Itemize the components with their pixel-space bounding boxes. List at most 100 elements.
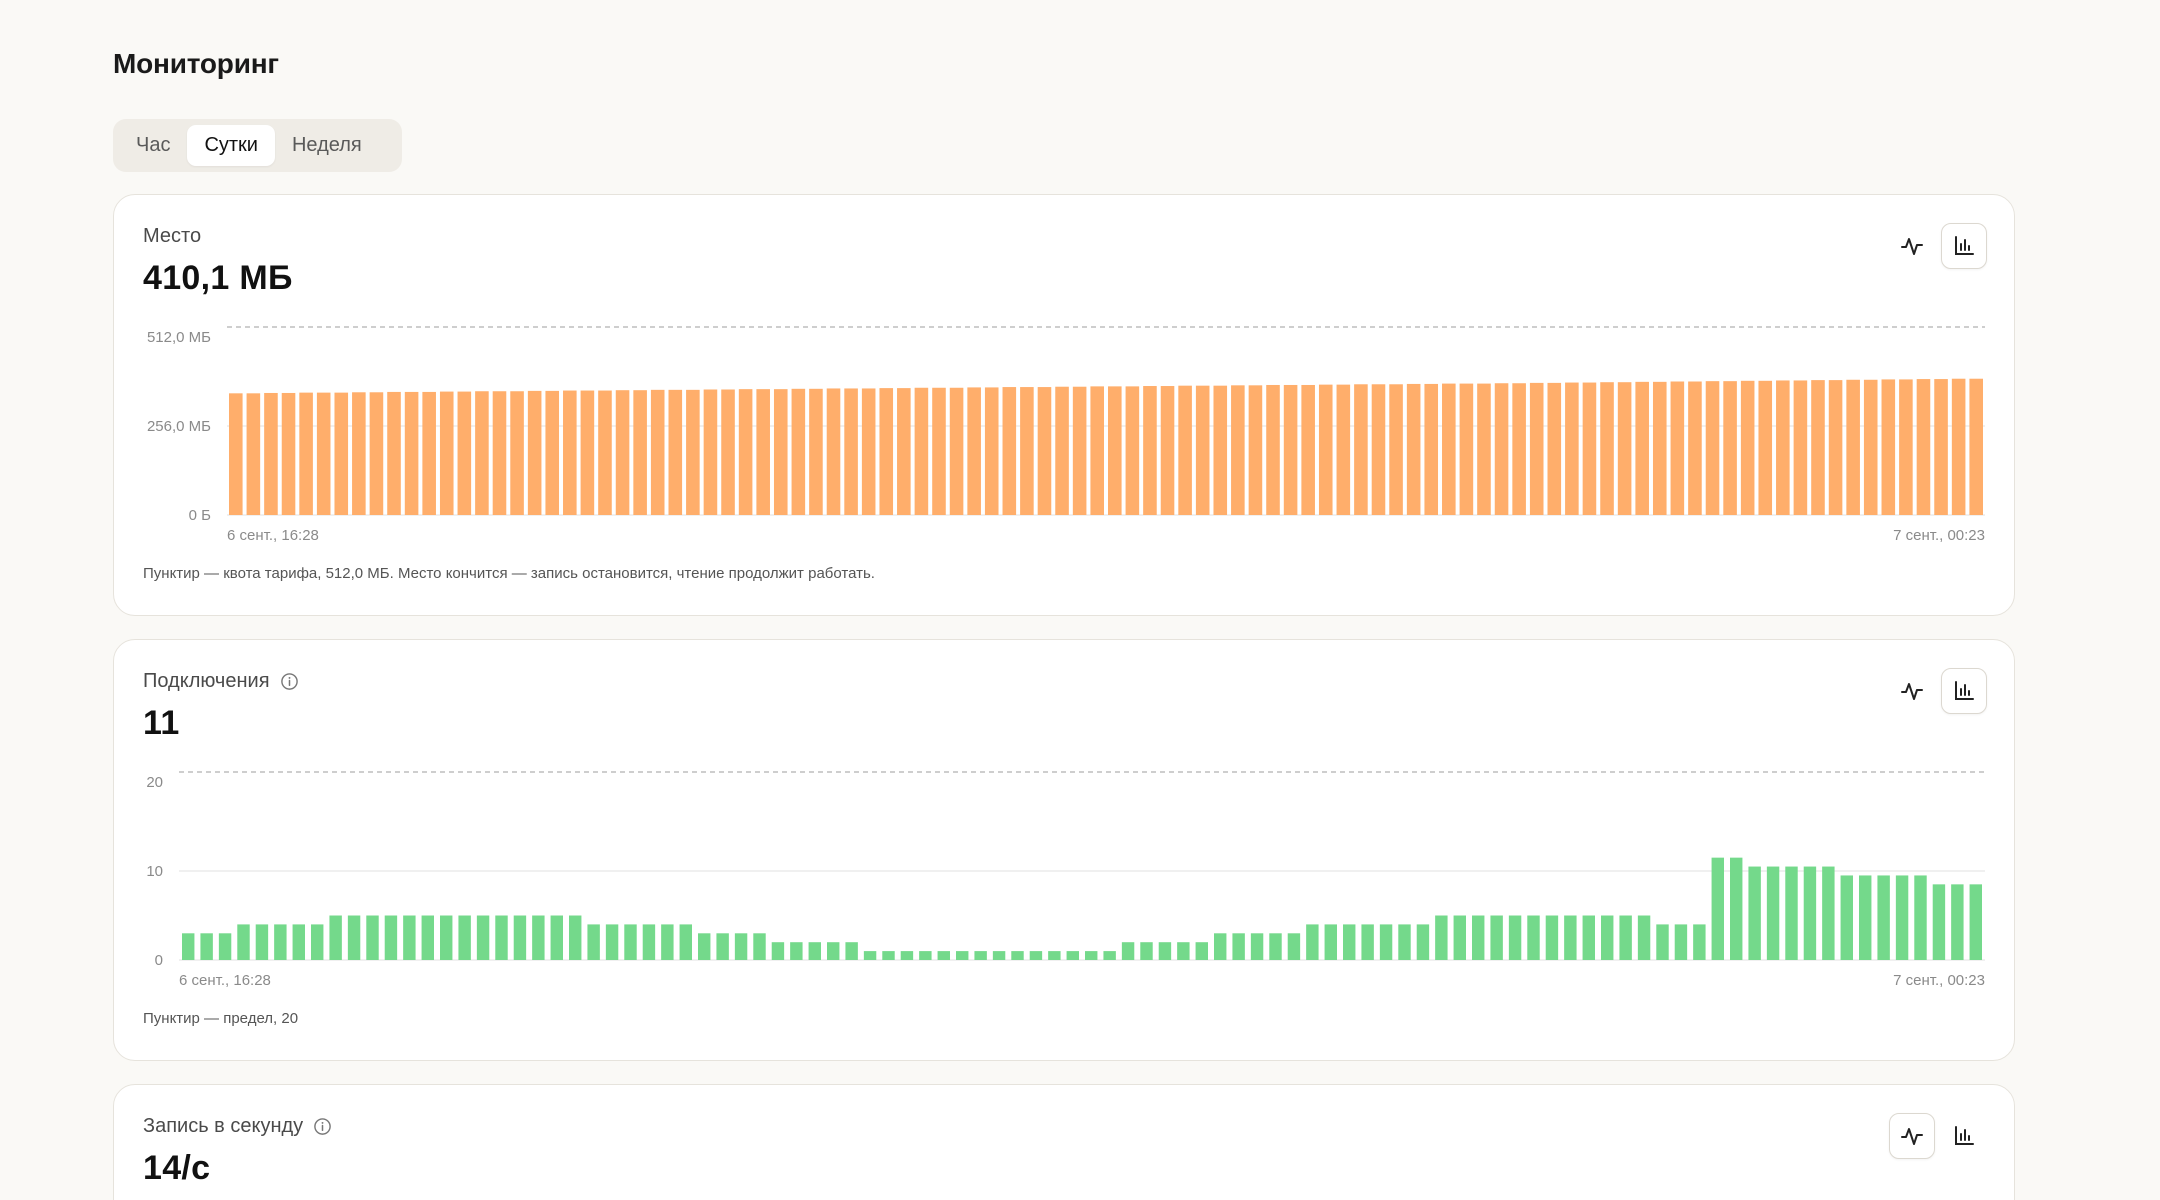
chart-bar[interactable]: [615, 390, 630, 515]
chart-bar[interactable]: [1601, 915, 1614, 961]
chart-bar[interactable]: [624, 924, 637, 960]
chart-bar[interactable]: [1766, 866, 1780, 960]
chart-bar[interactable]: [1416, 924, 1430, 960]
chart-bar[interactable]: [1740, 380, 1755, 515]
chart-bar[interactable]: [1840, 875, 1853, 960]
chart-bar[interactable]: [1195, 942, 1208, 960]
chart-bar[interactable]: [1343, 924, 1356, 960]
chart-bar[interactable]: [422, 391, 436, 515]
chart-bar[interactable]: [790, 942, 803, 960]
chart-bar[interactable]: [1582, 915, 1595, 961]
chart-bar[interactable]: [387, 391, 401, 515]
chart-bar[interactable]: [1002, 387, 1017, 515]
chart-bar[interactable]: [1969, 884, 1982, 960]
chart-bar[interactable]: [1011, 951, 1024, 960]
chart-bar[interactable]: [550, 915, 563, 961]
chart-bar[interactable]: [580, 390, 595, 515]
chart-bar[interactable]: [563, 390, 577, 515]
chart-bar[interactable]: [1158, 942, 1172, 960]
chart-bar[interactable]: [1318, 384, 1333, 515]
period-week-tab[interactable]: Неделя: [275, 125, 379, 166]
chart-bar[interactable]: [1143, 386, 1157, 515]
chart-bar[interactable]: [1361, 924, 1374, 960]
chart-bar[interactable]: [756, 389, 770, 515]
chart-bar[interactable]: [992, 951, 1006, 960]
chart-bar[interactable]: [1389, 384, 1403, 515]
chart-bar[interactable]: [738, 389, 753, 515]
chart-bar[interactable]: [352, 392, 366, 515]
chart-bar[interactable]: [1336, 384, 1351, 515]
chart-bar[interactable]: [773, 389, 788, 515]
chart-bar[interactable]: [914, 387, 929, 515]
chart-bar[interactable]: [329, 915, 342, 961]
chart-bar[interactable]: [1125, 386, 1140, 515]
chart-bar[interactable]: [264, 392, 278, 515]
chart-bar[interactable]: [1494, 383, 1509, 515]
chart-bar[interactable]: [1803, 866, 1817, 960]
chart-bar[interactable]: [642, 924, 656, 960]
chart-bar[interactable]: [1324, 924, 1337, 960]
chart-bar[interactable]: [882, 951, 895, 960]
chart-bar[interactable]: [650, 389, 665, 515]
chart-bar[interactable]: [255, 924, 269, 960]
chart-bar[interactable]: [545, 390, 560, 515]
chart-bar[interactable]: [1914, 875, 1927, 960]
chart-bar[interactable]: [771, 942, 785, 960]
chart-bar[interactable]: [984, 387, 999, 515]
chart-bar[interactable]: [1108, 386, 1122, 515]
chart-bar[interactable]: [1072, 386, 1087, 515]
chart-bar[interactable]: [598, 390, 612, 515]
chart-bar[interactable]: [1371, 384, 1386, 515]
chart-bar[interactable]: [1635, 381, 1649, 515]
chart-bar[interactable]: [1424, 383, 1439, 515]
chart-bar[interactable]: [1269, 933, 1282, 960]
chart-bar[interactable]: [686, 389, 700, 515]
chart-bar[interactable]: [1512, 383, 1526, 515]
chart-bar[interactable]: [1529, 382, 1544, 515]
chart-bar[interactable]: [404, 391, 419, 515]
chart-bar[interactable]: [237, 924, 250, 960]
chart-bar[interactable]: [1490, 915, 1503, 961]
chart-bar[interactable]: [605, 924, 619, 960]
chart-bar[interactable]: [1877, 875, 1890, 960]
chart-bar[interactable]: [274, 924, 287, 960]
chart-bar[interactable]: [1214, 933, 1227, 960]
chart-bar[interactable]: [182, 933, 195, 960]
chart-bar[interactable]: [200, 933, 213, 960]
chart-bar[interactable]: [1670, 381, 1685, 516]
chart-bar[interactable]: [1508, 915, 1522, 961]
chart-bar[interactable]: [1951, 884, 1964, 960]
chart-bar[interactable]: [679, 924, 692, 960]
chart-bar[interactable]: [932, 387, 946, 515]
chart-bar[interactable]: [668, 389, 683, 515]
chart-bar[interactable]: [1178, 385, 1192, 515]
chart-bar[interactable]: [1793, 380, 1808, 515]
chart-bar[interactable]: [827, 942, 840, 960]
period-hour-tab[interactable]: Час: [119, 125, 187, 166]
chart-bar[interactable]: [1895, 875, 1909, 960]
chart-bar[interactable]: [1693, 924, 1706, 960]
chart-bar[interactable]: [421, 915, 434, 961]
chart-bar[interactable]: [513, 915, 527, 961]
chart-bar[interactable]: [897, 388, 911, 515]
chart-bar[interactable]: [510, 391, 524, 515]
chart-bar[interactable]: [1231, 385, 1245, 515]
chart-bar[interactable]: [1103, 951, 1116, 960]
chart-bar[interactable]: [861, 388, 876, 515]
chart-bar[interactable]: [1453, 915, 1466, 961]
chart-bar[interactable]: [633, 390, 647, 515]
chart-bar[interactable]: [475, 391, 489, 515]
chart-bar[interactable]: [879, 388, 894, 515]
chart-bar[interactable]: [1828, 380, 1843, 515]
chart-bar[interactable]: [1617, 382, 1632, 515]
chart-bar[interactable]: [587, 924, 600, 960]
chart-bar[interactable]: [1916, 379, 1931, 515]
chart-bar[interactable]: [1232, 933, 1245, 960]
chart-bar[interactable]: [527, 390, 542, 515]
chart-bar[interactable]: [1846, 379, 1860, 515]
chart-bar[interactable]: [458, 915, 471, 961]
chart-bar[interactable]: [347, 915, 361, 961]
chart-bar[interactable]: [403, 915, 416, 961]
chart-bar[interactable]: [495, 915, 508, 961]
chart-bar[interactable]: [1932, 884, 1946, 960]
